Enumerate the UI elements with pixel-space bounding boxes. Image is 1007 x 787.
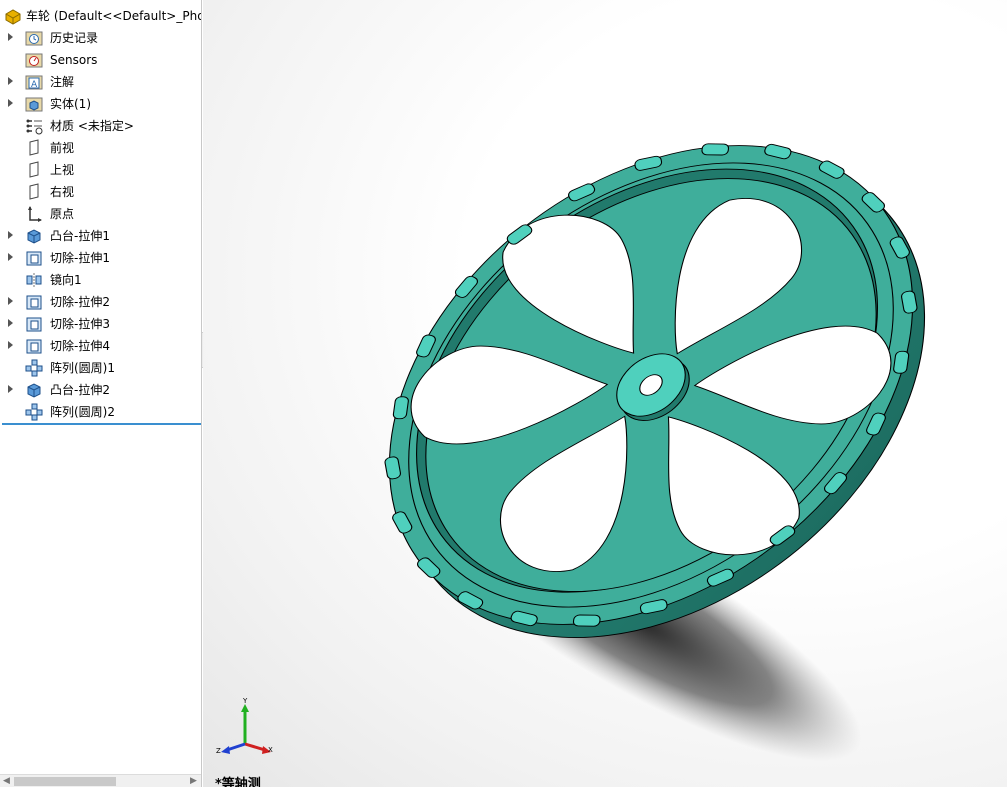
plane-icon [29, 183, 39, 200]
tree-item-label: 原点 [50, 207, 75, 221]
expand-arrow-icon[interactable] [8, 253, 13, 261]
expand-arrow-icon[interactable] [8, 231, 13, 239]
plane-icon [29, 161, 39, 178]
tree-item[interactable]: 前视 [0, 137, 201, 159]
model-canvas [384, 143, 926, 762]
graphics-viewport[interactable]: Y X Z *等轴测 [203, 0, 1007, 787]
plane-icon [29, 139, 39, 156]
tree-item[interactable]: 切除-拉伸2 [0, 291, 201, 313]
part-title: 车轮 (Default<<Default>_Phot [26, 9, 202, 23]
wheel-model [384, 143, 926, 638]
tree-item[interactable]: 阵列(圆周)2 [0, 401, 201, 423]
part-icon [5, 9, 21, 25]
tree-item-label: 前视 [50, 141, 75, 155]
tree-item[interactable]: 凸台-拉伸1 [0, 225, 201, 247]
view-orientation-label: *等轴测 [215, 777, 261, 787]
tree-item-label: 阵列(圆周)1 [50, 361, 115, 375]
x-axis-icon [244, 742, 266, 752]
tree-item[interactable]: Sensors [0, 49, 201, 71]
expand-arrow-icon[interactable] [8, 77, 13, 85]
expand-arrow-icon[interactable] [8, 297, 13, 305]
tree-item-label: 右视 [50, 185, 75, 199]
mirror-icon [26, 273, 42, 287]
expand-arrow-icon[interactable] [8, 99, 13, 107]
tree-item-label: 阵列(圆周)2 [50, 405, 115, 419]
boss-extrude-icon [27, 229, 41, 244]
triad-z-label: Z [216, 747, 221, 755]
circular-pattern-icon [25, 403, 43, 421]
tree-item-label: 材质 <未指定> [50, 119, 134, 133]
cut-extrude-icon [26, 339, 42, 354]
tree-item-label: 历史记录 [50, 31, 99, 45]
tree-item[interactable]: 镜向1 [0, 269, 201, 291]
svg-text:A: A [31, 80, 38, 90]
scroll-right-icon[interactable]: ▶ [190, 776, 197, 786]
tree-item-label: 切除-拉伸3 [50, 317, 110, 331]
tree-item-label: 上视 [50, 163, 75, 177]
tree-item-label: 切除-拉伸2 [50, 295, 110, 309]
annotations-icon: A [25, 75, 43, 90]
tree-item-label: 凸台-拉伸2 [50, 383, 110, 397]
triad-y-label: Y [242, 698, 248, 705]
sensors-icon [25, 53, 43, 68]
tread-lug [572, 614, 601, 627]
scrollbar-thumb[interactable] [14, 777, 116, 786]
triad-x-label: X [268, 746, 273, 754]
expand-arrow-icon[interactable] [8, 319, 13, 327]
tree-item-label: 凸台-拉伸1 [50, 229, 110, 243]
tree-item-label: 切除-拉伸1 [50, 251, 110, 265]
horizontal-scrollbar[interactable]: ◀ ▶ [0, 774, 201, 787]
cut-extrude-icon [26, 295, 42, 310]
cut-extrude-icon [26, 317, 42, 332]
origin-icon [28, 206, 42, 222]
tree-item[interactable]: 切除-拉伸1 [0, 247, 201, 269]
tree-item-label: 注解 [50, 75, 75, 89]
feature-manager-tree[interactable]: 车轮 (Default<<Default>_Phot 历史记录 Sensors A 注… [0, 0, 202, 787]
z-axis-icon [226, 742, 246, 752]
boss-extrude-icon [27, 383, 41, 398]
tree-item-label: Sensors [50, 53, 98, 67]
cut-extrude-icon [26, 251, 42, 266]
tree-item-label: 切除-拉伸4 [50, 339, 110, 353]
expand-arrow-icon[interactable] [8, 33, 13, 41]
tread-lug [893, 350, 910, 374]
tree-item[interactable]: 凸台-拉伸2 [0, 379, 201, 401]
expand-arrow-icon[interactable] [8, 385, 13, 393]
expand-arrow-icon[interactable] [8, 341, 13, 349]
tree-item[interactable]: 实体(1) [0, 93, 201, 115]
tree-item[interactable]: 切除-拉伸3 [0, 313, 201, 335]
tree-item[interactable]: 原点 [0, 203, 201, 225]
material-icon [26, 119, 43, 135]
tread-lug [392, 396, 409, 420]
circular-pattern-icon [25, 359, 43, 377]
tree-root-part[interactable]: 车轮 (Default<<Default>_Phot [0, 5, 202, 27]
tree-item[interactable]: 阵列(圆周)1 [0, 357, 201, 379]
tree-item[interactable]: 上视 [0, 159, 201, 181]
tree-item[interactable]: A 注解 [0, 71, 201, 93]
scroll-left-icon[interactable]: ◀ [3, 776, 10, 786]
tread-lug [701, 143, 730, 156]
history-folder-icon [25, 31, 43, 46]
tree-item-label: 实体(1) [50, 97, 91, 111]
tree-item[interactable]: 右视 [0, 181, 201, 203]
tree-item[interactable]: 历史记录 [0, 27, 201, 49]
solid-bodies-icon [25, 97, 43, 112]
tree-item[interactable]: 切除-拉伸4 [0, 335, 201, 357]
tree-item-label: 镜向1 [50, 273, 82, 287]
tree-item[interactable]: 材质 <未指定> [0, 115, 201, 137]
view-triad: Y X Z [216, 698, 273, 755]
rollback-bar[interactable] [2, 423, 201, 425]
